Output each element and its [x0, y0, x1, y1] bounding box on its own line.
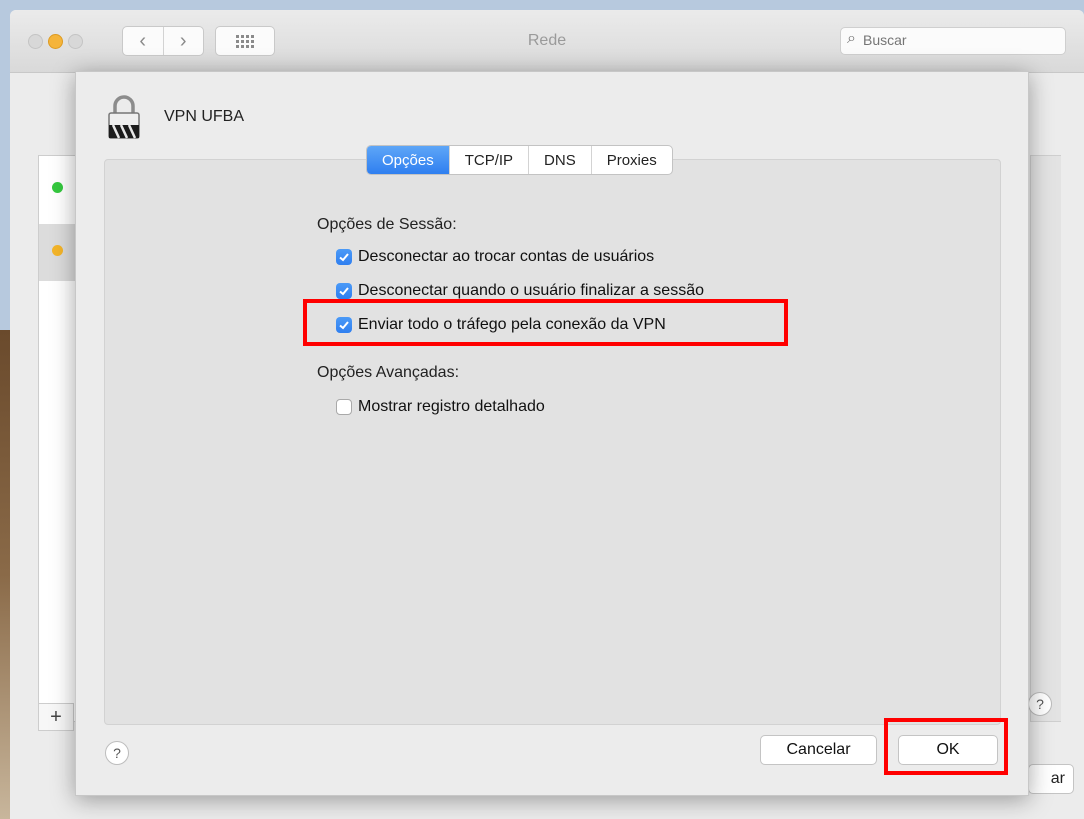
highlight-box-ok-button: [884, 718, 1008, 775]
status-pending-icon: [52, 245, 63, 256]
tab-bar: Opções TCP/IP DNS Proxies: [366, 145, 673, 175]
vpn-lock-icon: [108, 95, 140, 139]
search-field[interactable]: ⌕: [840, 27, 1066, 55]
checkmark-icon: [339, 253, 349, 262]
apply-button[interactable]: ar: [1028, 764, 1074, 794]
tab-dns[interactable]: DNS: [528, 146, 591, 174]
option-verbose-logging[interactable]: Mostrar registro detalhado: [336, 398, 545, 416]
checkbox-checked[interactable]: [336, 249, 352, 265]
session-options-heading: Opções de Sessão:: [317, 216, 457, 233]
tab-proxies[interactable]: Proxies: [590, 146, 672, 174]
option-label: Mostrar registro detalhado: [358, 398, 545, 415]
option-label: Desconectar ao trocar contas de usuários: [358, 248, 655, 265]
option-disconnect-switch-user[interactable]: Desconectar ao trocar contas de usuários: [336, 248, 654, 266]
checkbox-unchecked[interactable]: [336, 399, 352, 415]
search-input[interactable]: [863, 31, 1053, 49]
desktop-background: [0, 330, 10, 819]
checkmark-icon: [339, 287, 349, 296]
search-icon: ⌕: [847, 30, 856, 47]
tab-opcoes[interactable]: Opções: [367, 146, 449, 174]
help-button[interactable]: ?: [105, 741, 129, 765]
add-service-button[interactable]: +: [38, 703, 74, 731]
status-connected-icon: [52, 182, 63, 193]
option-disconnect-logout[interactable]: Desconectar quando o usuário finalizar a…: [336, 282, 704, 300]
vpn-advanced-sheet: VPN UFBA Opções TCP/IP DNS Proxies Opçõe…: [75, 71, 1029, 796]
tab-tcpip[interactable]: TCP/IP: [448, 146, 528, 174]
checkbox-checked[interactable]: [336, 283, 352, 299]
option-label: Desconectar quando o usuário finalizar a…: [358, 282, 704, 299]
title-bar: ‹ › Rede ⌕: [10, 10, 1084, 73]
highlight-box-send-all-traffic: [303, 299, 788, 346]
background-help-button[interactable]: ?: [1028, 692, 1052, 716]
options-panel: [104, 159, 1001, 725]
cancel-button[interactable]: Cancelar: [760, 735, 877, 765]
advanced-options-heading: Opções Avançadas:: [317, 364, 460, 381]
details-panel: [1030, 155, 1061, 722]
connection-name: VPN UFBA: [164, 108, 245, 125]
